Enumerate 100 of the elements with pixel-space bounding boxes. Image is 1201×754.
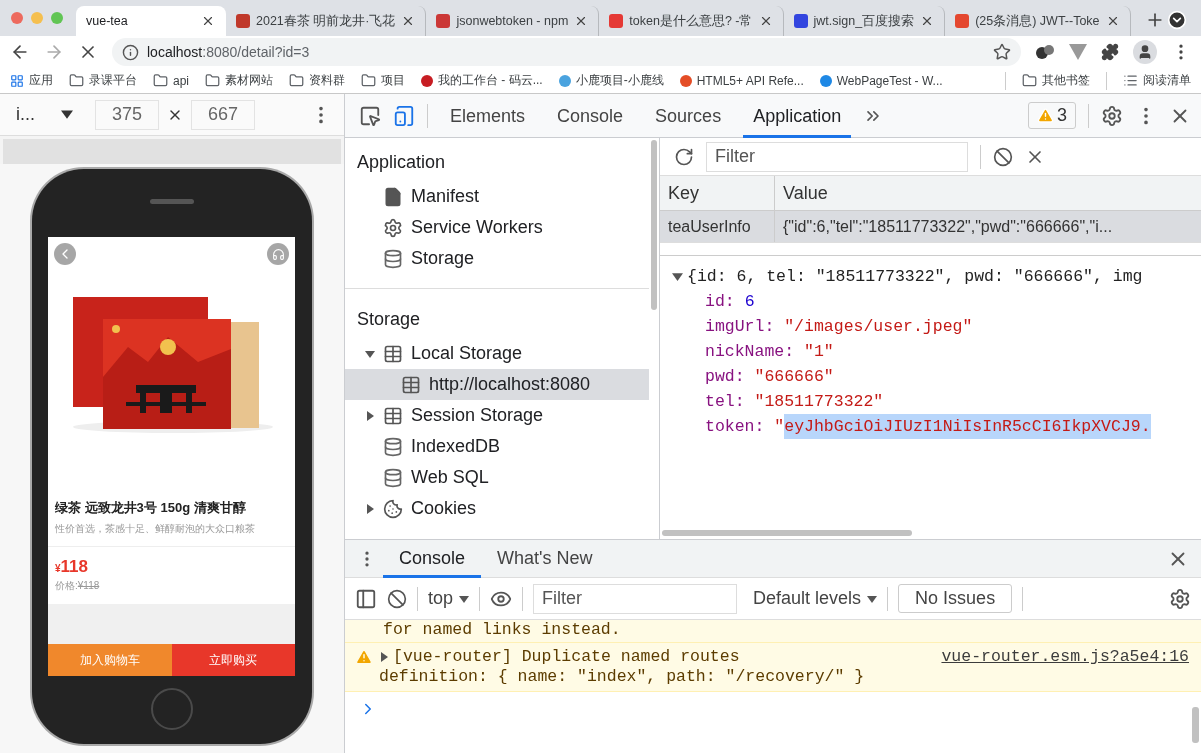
issues-button[interactable]: No Issues xyxy=(898,584,1013,613)
bookmark[interactable]: HTML5+ API Refe... xyxy=(679,73,804,88)
sidebar-item[interactable]: Session Storage xyxy=(345,400,649,431)
folder-icon xyxy=(361,73,376,88)
apps-icon xyxy=(10,73,24,88)
database-icon xyxy=(383,248,403,269)
section-heading: Application xyxy=(356,151,447,174)
tab-title: token是什么意思? -常 xyxy=(629,12,753,30)
console-message: [vue-router] Duplicate named routes xyxy=(393,647,740,667)
bookmark[interactable]: 应用 xyxy=(10,72,53,89)
sidebar-item[interactable]: Manifest xyxy=(345,181,649,212)
headphones-icon xyxy=(271,247,285,261)
settings-icon[interactable] xyxy=(1101,104,1123,127)
property-line: tel: "18511773322" xyxy=(704,391,885,413)
sidebar-item[interactable]: IndexedDB xyxy=(345,431,649,462)
filter-field[interactable]: Filter xyxy=(706,141,968,172)
cookie-icon xyxy=(383,498,403,519)
devtools-tab[interactable]: Application xyxy=(743,93,852,138)
expand-triangle-icon[interactable] xyxy=(365,348,375,359)
bookmark[interactable]: WebPageTest - W... xyxy=(819,73,943,88)
column-header: Key xyxy=(660,176,775,210)
bookmark[interactable]: 资料群 xyxy=(289,72,345,89)
sidebar-item[interactable]: Service Workers xyxy=(345,212,649,243)
drawer-tab[interactable]: What's New xyxy=(481,539,609,578)
dropdown-caret-icon[interactable] xyxy=(867,593,878,604)
height-field[interactable]: 667 xyxy=(191,99,255,130)
bookmark[interactable]: 我的工作台 - 码云... xyxy=(421,72,543,89)
inspect-icon[interactable] xyxy=(359,104,381,127)
tab-title: vue-tea xyxy=(86,14,129,28)
dropdown-caret-icon[interactable] xyxy=(61,108,73,120)
original-price: 价格:¥118 xyxy=(55,579,101,593)
levels-dropdown[interactable]: Default levels xyxy=(753,588,878,609)
refresh-icon[interactable] xyxy=(674,146,694,167)
bookmark-star-icon[interactable] xyxy=(993,43,1011,61)
gear-icon xyxy=(383,217,403,238)
scrollbar xyxy=(1192,707,1199,743)
expand-triangle-icon[interactable] xyxy=(365,410,375,421)
sidebar-item[interactable]: http://localhost:8080 xyxy=(345,369,649,400)
property-line: imgUrl: "/images/user.jpeg" xyxy=(704,316,974,338)
sidebar-toggle-icon[interactable] xyxy=(355,587,377,610)
property-line: id: 6 xyxy=(704,291,756,313)
bookmark[interactable]: 阅读清单 xyxy=(1123,72,1191,89)
product-subtitle: 性价首选，茶感十足、鲜醇耐泡的大众口粮茶 xyxy=(55,522,256,536)
bookmark[interactable]: 小鹿项目-小鹿线 xyxy=(558,72,664,89)
bookmark[interactable]: 素材网站 xyxy=(205,72,273,89)
profile-avatar[interactable] xyxy=(1133,40,1157,64)
folder-icon xyxy=(1022,73,1037,88)
table-cell: teaUserInfo xyxy=(660,211,775,242)
table-row[interactable]: teaUserInfo {"id":6,"tel":"18511773322","pwd":"666666","i... xyxy=(660,211,1201,243)
devtools-tab[interactable]: Sources xyxy=(645,93,732,138)
url-text: localhost:8080/detail?id=3 xyxy=(147,44,311,60)
expand-triangle-icon[interactable] xyxy=(672,271,683,282)
console-message: definition: { name: "index", path: "/recovery/" } xyxy=(379,667,865,687)
database-icon xyxy=(383,436,403,457)
object-summary: {id: 6, tel: "18511773322", pwd: "666666", img xyxy=(687,266,1143,288)
expand-triangle-icon[interactable] xyxy=(365,503,375,514)
drawer-tab[interactable]: Console xyxy=(383,539,482,578)
tab-search-icon[interactable] xyxy=(1167,10,1187,30)
product-title: 绿茶 远致龙井3号 150g 清爽甘醇 xyxy=(55,499,247,517)
property-line: pwd: "666666" xyxy=(704,366,835,388)
buy-now-button[interactable]: 立即购买 xyxy=(171,644,295,676)
bookmark[interactable]: 项目 xyxy=(361,72,405,89)
folder-icon xyxy=(153,73,168,88)
devtools-tab[interactable]: Console xyxy=(547,93,634,138)
device-toggle-icon[interactable] xyxy=(393,104,415,127)
dropdown-caret-icon[interactable] xyxy=(459,593,470,604)
earpiece-icon xyxy=(150,199,194,204)
source-link[interactable]: vue-router.esm.js?a5e4:16 xyxy=(941,647,1189,667)
sidebar-item[interactable]: Local Storage xyxy=(345,338,649,369)
filter-field[interactable]: Filter xyxy=(533,583,738,614)
file-icon xyxy=(383,186,403,207)
close-icon[interactable] xyxy=(201,14,215,28)
table-icon xyxy=(383,405,403,426)
bookmark[interactable]: 其他书签 xyxy=(1022,72,1090,89)
table-cell-text: {"id":6,"tel":"18511773322","pwd":"666666","i... xyxy=(782,216,1114,237)
list-icon xyxy=(1123,73,1138,88)
property-line: nickName: "1" xyxy=(704,341,835,363)
browser-tab[interactable]: vue-tea xyxy=(76,6,226,36)
extension-icon[interactable] xyxy=(1035,44,1055,60)
bookmark[interactable]: 录课平台 xyxy=(69,72,137,89)
settings-icon[interactable] xyxy=(1169,587,1191,610)
folder-icon xyxy=(205,73,220,88)
extensions-icon[interactable] xyxy=(1101,43,1119,61)
clear-console-icon[interactable] xyxy=(387,588,407,609)
table-icon xyxy=(401,374,421,395)
devtools-tab[interactable]: Elements xyxy=(440,93,536,138)
sidebar-item[interactable]: Cookies xyxy=(345,493,649,524)
warnings-badge[interactable]: 3 xyxy=(1028,102,1076,129)
clear-icon[interactable] xyxy=(993,146,1013,167)
address-bar[interactable]: localhost:8080/detail?id=3 xyxy=(112,38,1021,66)
context-dropdown[interactable]: top xyxy=(428,588,470,609)
device-name[interactable]: i... xyxy=(16,104,35,125)
width-field[interactable]: 375 xyxy=(95,99,159,130)
sidebar-item[interactable]: Web SQL xyxy=(345,462,649,493)
warning-icon xyxy=(355,648,373,666)
sidebar-item[interactable]: Storage xyxy=(345,243,649,274)
table-icon xyxy=(383,343,403,364)
bookmark[interactable]: api xyxy=(153,73,189,88)
tab-title: jsonwebtoken - npm xyxy=(456,14,569,28)
expand-triangle-icon[interactable] xyxy=(379,652,389,662)
